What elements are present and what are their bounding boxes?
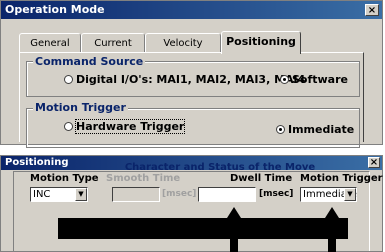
arrow-up-icon bbox=[318, 207, 346, 252]
tab-current[interactable]: Current bbox=[81, 33, 145, 53]
status-display bbox=[58, 218, 348, 239]
window-title: Operation Mode bbox=[5, 3, 105, 16]
motion-type-value: INC bbox=[33, 189, 51, 200]
command-source-label: Command Source bbox=[33, 55, 146, 68]
motion-trigger-label: Motion Trigger bbox=[33, 101, 128, 114]
software-radio[interactable]: Software bbox=[280, 73, 348, 86]
window-title: Positioning bbox=[5, 157, 69, 168]
positioning-panel: Command Source Digital I/O's: MAI1, MAI2… bbox=[19, 52, 364, 148]
chevron-down-icon[interactable]: ▼ bbox=[344, 188, 356, 201]
motion-type-label: Motion Type bbox=[30, 173, 99, 184]
dwell-time-input[interactable] bbox=[198, 187, 256, 202]
hardware-trigger-radio[interactable]: Hardware Trigger bbox=[64, 119, 186, 134]
immediate-radio[interactable]: Immediate bbox=[276, 123, 354, 136]
close-button[interactable]: × bbox=[365, 4, 379, 16]
tab-velocity[interactable]: Velocity bbox=[145, 33, 221, 53]
tab-general[interactable]: General bbox=[19, 33, 81, 53]
tab-positioning[interactable]: Positioning bbox=[221, 31, 301, 54]
hardware-trigger-label: Hardware Trigger bbox=[74, 119, 186, 134]
immediate-label: Immediate bbox=[288, 123, 355, 136]
close-button[interactable]: × bbox=[368, 157, 380, 168]
radio-off-icon bbox=[64, 75, 73, 84]
radio-on-icon bbox=[280, 75, 289, 84]
motion-trigger-label: Motion Trigger bbox=[300, 173, 383, 184]
software-label: Software bbox=[292, 73, 348, 86]
chevron-down-icon[interactable]: ▼ bbox=[75, 188, 87, 201]
digital-io-radio[interactable]: Digital I/O's: MAI1, MAI2, MAI3, MAI4 bbox=[64, 73, 305, 86]
radio-on-icon bbox=[276, 125, 285, 134]
window-title-bar: Operation Mode bbox=[1, 1, 382, 19]
smooth-time-label: Smooth Time bbox=[106, 173, 181, 184]
operation-mode-window: Operation Mode × General Current Velocit… bbox=[0, 0, 383, 148]
motion-trigger-select[interactable]: Immediate ▼ bbox=[300, 187, 357, 202]
dwell-time-unit: [msec] bbox=[259, 189, 294, 199]
frame-heading: Character and Status of the Move bbox=[124, 162, 316, 173]
radio-off-icon bbox=[64, 122, 73, 131]
digital-io-label: Digital I/O's: MAI1, MAI2, MAI3, MAI4 bbox=[76, 73, 306, 86]
smooth-time-unit: [msec] bbox=[162, 189, 197, 199]
dwell-time-label: Dwell Time bbox=[230, 173, 293, 184]
motion-type-select[interactable]: INC ▼ bbox=[30, 187, 88, 202]
smooth-time-input bbox=[112, 187, 160, 202]
arrow-up-icon bbox=[220, 207, 248, 252]
